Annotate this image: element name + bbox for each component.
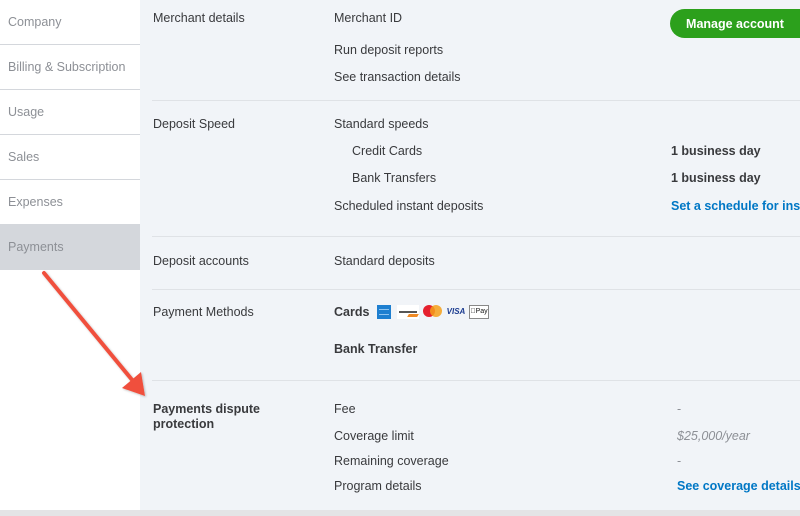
apple-pay-icon: Pay <box>469 305 489 319</box>
fee-label: Fee <box>334 402 356 416</box>
settings-sidebar: Company Billing & Subscription Usage Sal… <box>0 0 140 510</box>
deposit-speed-title: Deposit Speed <box>153 117 236 131</box>
section-divider <box>152 289 800 290</box>
run-deposit-reports-link[interactable]: Run deposit reports <box>334 43 443 57</box>
dispute-protection-title-line2: protection <box>153 417 215 431</box>
merchant-id-label: Merchant ID <box>334 11 403 25</box>
sidebar-item-company[interactable]: Company <box>0 0 140 45</box>
see-coverage-details-link[interactable]: See coverage details <box>677 479 800 493</box>
bank-transfers-speed-value: 1 business day <box>671 171 761 185</box>
coverage-limit-label: Coverage limit <box>334 429 414 443</box>
remaining-coverage-label: Remaining coverage <box>334 454 449 468</box>
section-divider <box>152 100 800 101</box>
sidebar-item-payments[interactable]: Payments <box>0 225 140 270</box>
section-divider <box>152 236 800 237</box>
bank-transfer-label: Bank Transfer <box>334 342 418 356</box>
standard-speeds-label: Standard speeds <box>334 117 429 131</box>
standard-deposits-label: Standard deposits <box>334 254 435 268</box>
discover-icon <box>397 305 419 319</box>
see-transaction-details-link[interactable]: See transaction details <box>334 70 460 84</box>
cards-label: Cards <box>334 305 370 319</box>
sidebar-item-billing[interactable]: Billing & Subscription <box>0 45 140 90</box>
scheduled-instant-deposits-label: Scheduled instant deposits <box>334 199 484 213</box>
sidebar-item-usage[interactable]: Usage <box>0 90 140 135</box>
sidebar-item-expenses[interactable]: Expenses <box>0 180 140 225</box>
amex-icon <box>377 305 391 319</box>
set-schedule-link[interactable]: Set a schedule for insta <box>671 199 800 213</box>
visa-icon: VISA <box>446 307 466 316</box>
coverage-limit-value: $25,000/year <box>677 429 750 443</box>
merchant-details-title: Merchant details <box>153 11 245 25</box>
manage-account-button[interactable]: Manage account <box>670 9 800 38</box>
dispute-protection-title: Payments dispute protection <box>153 402 260 432</box>
mastercard-icon <box>423 305 443 319</box>
fee-value: - <box>677 402 682 416</box>
payment-methods-title: Payment Methods <box>153 305 254 319</box>
remaining-coverage-value: - <box>677 454 682 468</box>
horizontal-scrollbar[interactable] <box>0 510 800 516</box>
program-details-label: Program details <box>334 479 422 493</box>
dispute-protection-title-line1: Payments dispute <box>153 402 260 416</box>
credit-cards-label: Credit Cards <box>352 144 423 158</box>
sidebar-item-sales[interactable]: Sales <box>0 135 140 180</box>
section-divider <box>152 380 800 381</box>
credit-cards-speed-value: 1 business day <box>671 144 761 158</box>
deposit-accounts-title: Deposit accounts <box>153 254 249 268</box>
bank-transfers-label: Bank Transfers <box>352 171 437 185</box>
